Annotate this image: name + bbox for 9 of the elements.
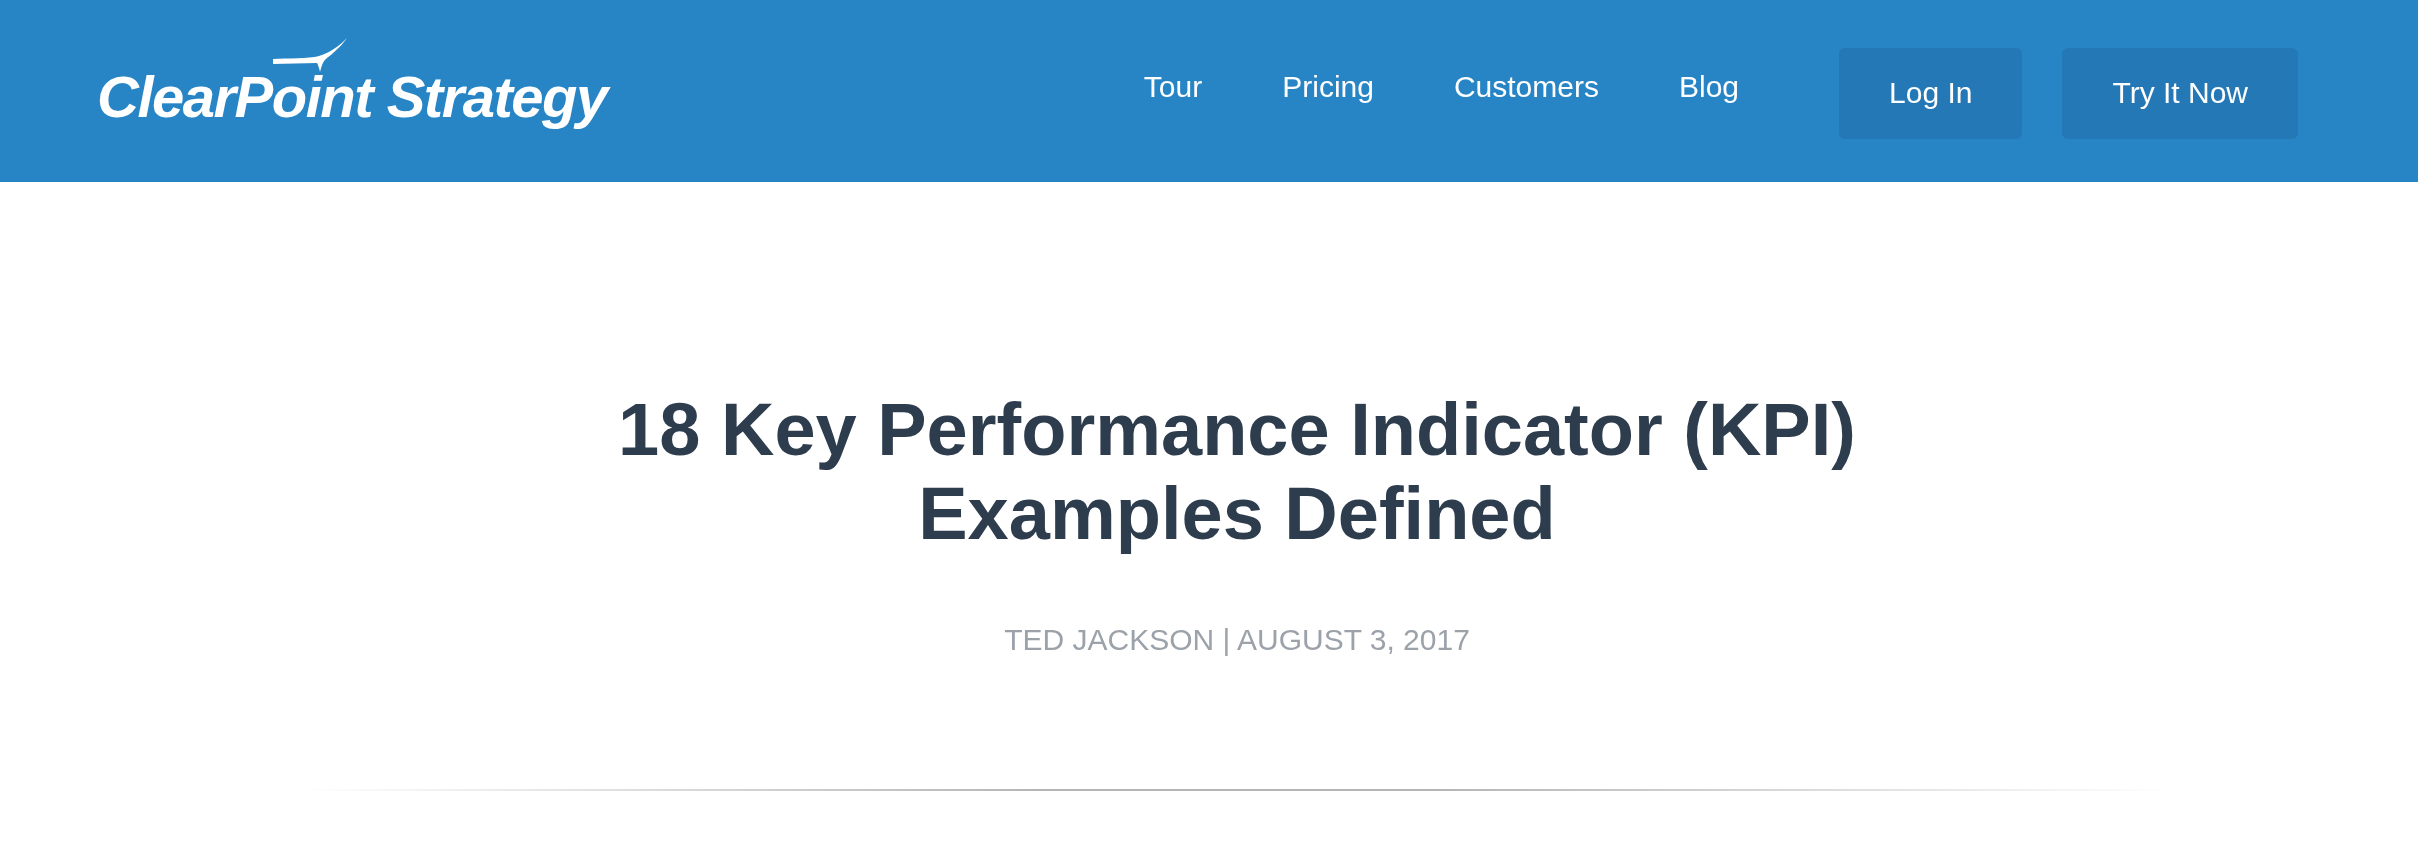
article-title: 18 Key Performance Indicator (KPI) Examples Defined: [617, 388, 1857, 556]
nav-link[interactable]: Pricing: [1282, 67, 1374, 107]
nav-link[interactable]: Tour: [1143, 67, 1203, 107]
swoosh-icon: [273, 38, 347, 72]
try-it-now-button[interactable]: Try It Now: [2062, 47, 2298, 139]
article-byline: TED JACKSON | AUGUST 3, 2017: [1003, 622, 1471, 658]
log-in-button[interactable]: Log In: [1839, 47, 2023, 139]
nav-link[interactable]: Customers: [1453, 67, 1599, 107]
nav-link[interactable]: Blog: [1678, 67, 1739, 107]
